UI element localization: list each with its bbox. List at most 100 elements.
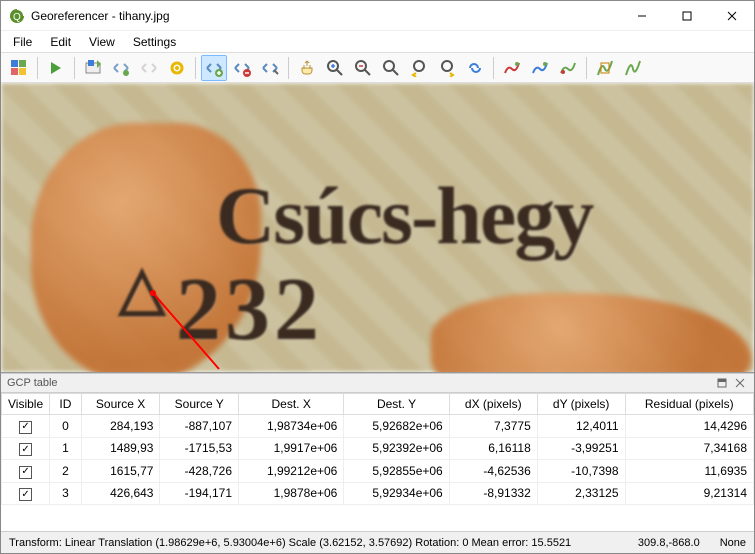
cell-dy[interactable]: -10,7398 [537,460,625,483]
checkbox-icon[interactable]: ✓ [19,421,32,434]
col-visible[interactable]: Visible [2,394,50,415]
load-gcp-button[interactable] [136,55,162,81]
cell-visible[interactable]: ✓ [2,482,50,505]
table-header-row: Visible ID Source X Source Y Dest. X Des… [2,394,754,415]
checkbox-icon[interactable]: ✓ [19,466,32,479]
col-srcy[interactable]: Source Y [160,394,239,415]
cell-desty[interactable]: 5,92855e+06 [344,460,449,483]
cell-id[interactable]: 0 [50,415,82,438]
cell-srcy[interactable]: -428,726 [160,460,239,483]
status-coords: 309.8,-868.0 [638,537,700,549]
col-desty[interactable]: Dest. Y [344,394,449,415]
col-destx[interactable]: Dest. X [239,394,344,415]
cell-dy[interactable]: 2,33125 [537,482,625,505]
add-point-button[interactable] [201,55,227,81]
title-bar: Q Georeferencer - tihany.jpg [1,1,754,31]
table-row[interactable]: ✓ 0284,193-887,1071,98734e+065,92682e+067… [2,415,754,438]
zoom-next-button[interactable] [434,55,460,81]
gcp-table: Visible ID Source X Source Y Dest. X Des… [1,393,754,505]
save-gcp-button[interactable] [80,55,106,81]
maximize-button[interactable] [664,1,709,30]
col-residual[interactable]: Residual (pixels) [625,394,754,415]
cell-dy[interactable]: -3,99251 [537,437,625,460]
cell-srcx[interactable]: 284,193 [81,415,160,438]
pan-button[interactable] [294,55,320,81]
cell-id[interactable]: 1 [50,437,82,460]
cell-dx[interactable]: 6,16118 [449,437,537,460]
menu-settings[interactable]: Settings [125,33,184,51]
open-raster-button[interactable] [6,55,32,81]
table-row[interactable]: ✓ 11489,93-1715,531,9917e+065,92392e+066,… [2,437,754,460]
cell-desty[interactable]: 5,92392e+06 [344,437,449,460]
cell-residual[interactable]: 7,34168 [625,437,754,460]
gcp-panel-title: GCP table [7,377,712,389]
cell-srcy[interactable]: -194,171 [160,482,239,505]
menu-file[interactable]: File [5,33,40,51]
menu-edit[interactable]: Edit [42,33,79,51]
gcp-panel-header: GCP table [1,373,754,393]
link-qgis3-button[interactable] [555,55,581,81]
menu-bar: File Edit View Settings [1,31,754,53]
cell-id[interactable]: 3 [50,482,82,505]
svg-text:Q: Q [13,12,21,23]
cell-srcy[interactable]: -1715,53 [160,437,239,460]
run-button[interactable] [43,55,69,81]
cell-desty[interactable]: 5,92934e+06 [344,482,449,505]
cell-destx[interactable]: 1,9917e+06 [239,437,344,460]
cell-visible[interactable]: ✓ [2,460,50,483]
cell-srcx[interactable]: 1615,77 [81,460,160,483]
delete-point-button[interactable] [229,55,255,81]
generate-script-button[interactable] [108,55,134,81]
table-row[interactable]: ✓ 3426,643-194,1711,9878e+065,92934e+06-8… [2,482,754,505]
zoom-last-button[interactable] [406,55,432,81]
cell-visible[interactable]: ✓ [2,415,50,438]
status-bar: Transform: Linear Translation (1.98629e+… [1,531,754,553]
cell-id[interactable]: 2 [50,460,82,483]
cell-srcy[interactable]: -887,107 [160,415,239,438]
minimize-button[interactable] [619,1,664,30]
full-hist-button[interactable] [620,55,646,81]
cell-residual[interactable]: 11,6935 [625,460,754,483]
close-button[interactable] [709,1,754,30]
link-georef-button[interactable] [462,55,488,81]
cell-dx[interactable]: -4,62536 [449,460,537,483]
checkbox-icon[interactable]: ✓ [19,488,32,501]
zoom-out-button[interactable] [350,55,376,81]
cell-srcx[interactable]: 1489,93 [81,437,160,460]
move-point-button[interactable] [257,55,283,81]
dock-icon[interactable] [714,375,730,391]
window-title: Georeferencer - tihany.jpg [31,9,619,23]
gcp-table-container[interactable]: Visible ID Source X Source Y Dest. X Des… [1,393,754,531]
cell-destx[interactable]: 1,98734e+06 [239,415,344,438]
cell-destx[interactable]: 1,9878e+06 [239,482,344,505]
app-icon: Q [9,8,25,24]
link-qgis2-button[interactable] [527,55,553,81]
cell-residual[interactable]: 9,21314 [625,482,754,505]
cell-dx[interactable]: 7,3775 [449,415,537,438]
cell-residual[interactable]: 14,4296 [625,415,754,438]
cell-dy[interactable]: 12,4011 [537,415,625,438]
status-extra: None [720,537,746,549]
local-hist-button[interactable] [592,55,618,81]
cell-dx[interactable]: -8,91332 [449,482,537,505]
gcp-vector-line [1,83,754,373]
close-panel-icon[interactable] [732,375,748,391]
zoom-in-button[interactable] [322,55,348,81]
col-dx[interactable]: dX (pixels) [449,394,537,415]
cell-destx[interactable]: 1,99212e+06 [239,460,344,483]
checkbox-icon[interactable]: ✓ [19,443,32,456]
toolbar [1,53,754,83]
table-row[interactable]: ✓21615,77-428,7261,99212e+065,92855e+06-… [2,460,754,483]
col-id[interactable]: ID [50,394,82,415]
cell-visible[interactable]: ✓ [2,437,50,460]
map-canvas[interactable]: Csúcs-hegy △ 232 [1,83,754,373]
col-srcx[interactable]: Source X [81,394,160,415]
link-qgis-button[interactable] [499,55,525,81]
window-buttons [619,1,754,30]
settings-gear-button[interactable] [164,55,190,81]
zoom-layer-button[interactable] [378,55,404,81]
cell-srcx[interactable]: 426,643 [81,482,160,505]
cell-desty[interactable]: 5,92682e+06 [344,415,449,438]
menu-view[interactable]: View [81,33,123,51]
col-dy[interactable]: dY (pixels) [537,394,625,415]
